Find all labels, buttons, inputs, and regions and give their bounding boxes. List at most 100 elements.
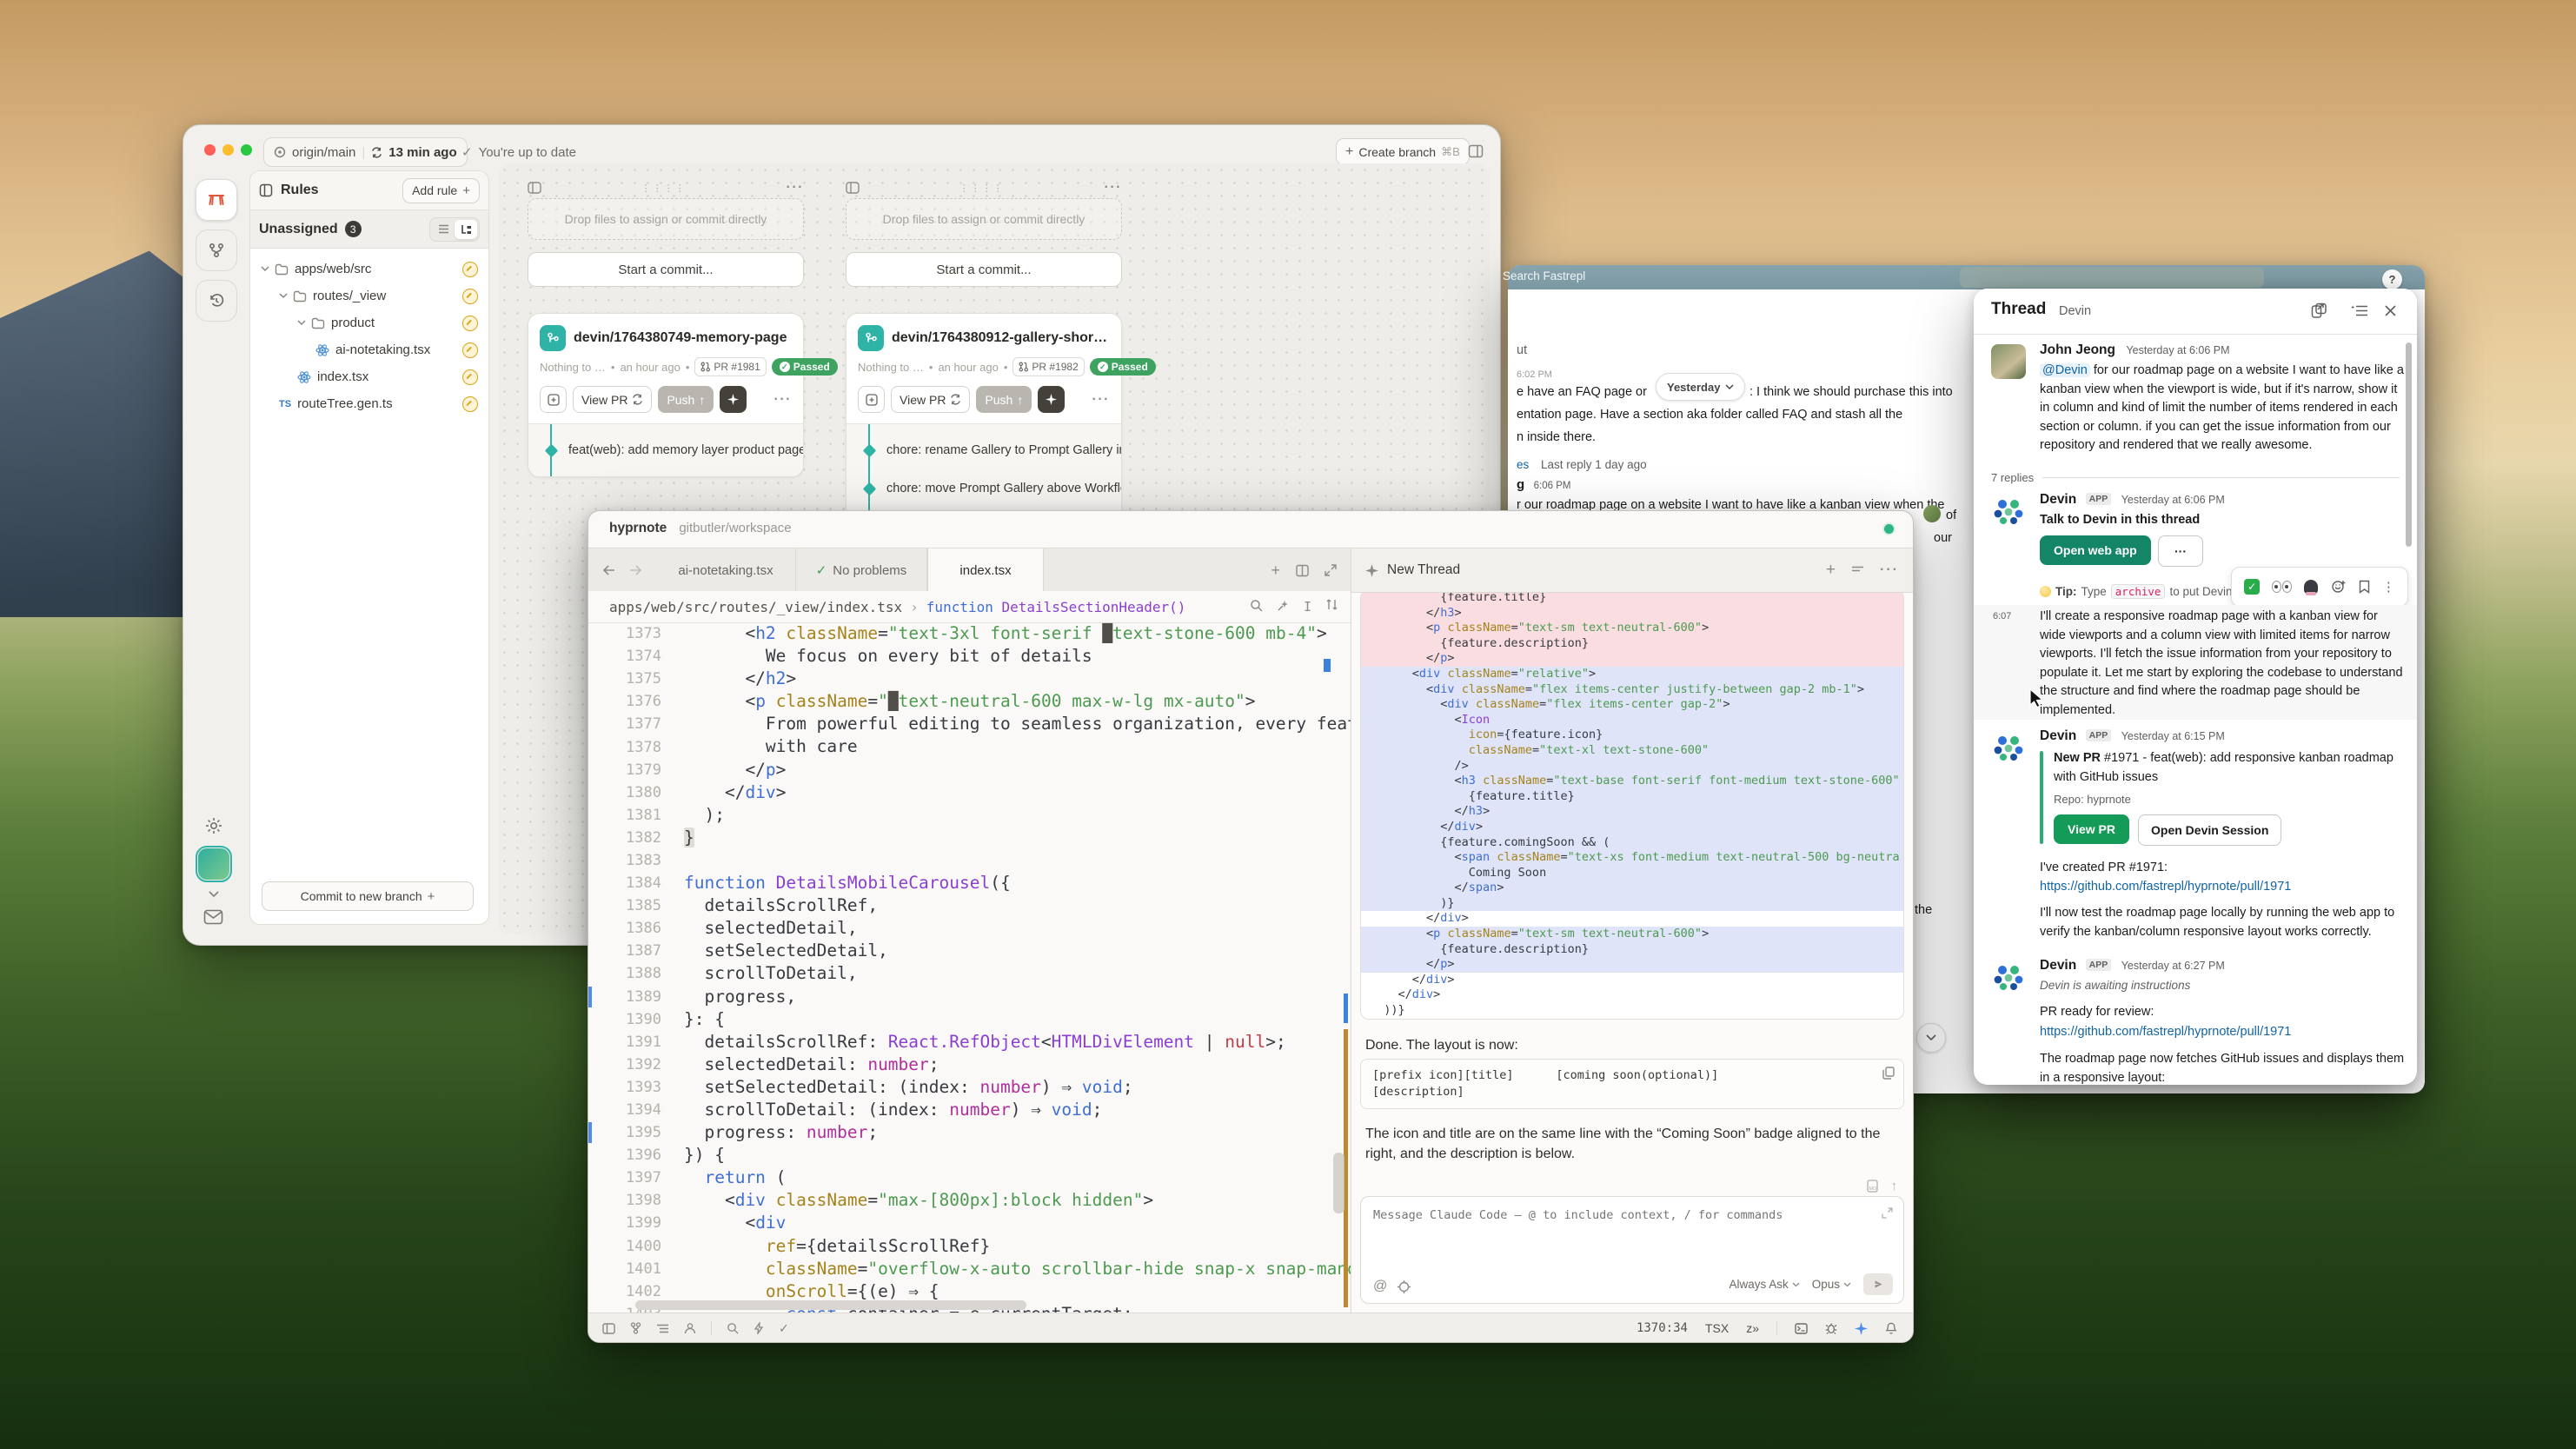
code-line-1374[interactable]: 1374 We focus on every bit of details — [588, 645, 1351, 668]
agent-composer[interactable]: @ Always Ask Opus — [1360, 1196, 1904, 1304]
tree-view-icon[interactable] — [455, 220, 477, 239]
create-branch-button[interactable]: + Create branch ⌘B — [1336, 138, 1470, 165]
avatar[interactable] — [1991, 344, 2026, 379]
code-line-1396[interactable]: 1396}) { — [588, 1144, 1351, 1167]
code-line-1387[interactable]: 1387 setSelectedDetail, — [588, 940, 1351, 962]
commit-row[interactable]: chore: move Prompt Gallery above Workflo… — [846, 469, 1121, 508]
bot-name[interactable]: Devin — [2040, 492, 2076, 507]
traffic-lights[interactable] — [204, 144, 259, 160]
push-button[interactable]: Push↑ — [976, 386, 1032, 413]
send-button[interactable] — [1863, 1273, 1893, 1295]
code-line-1384[interactable]: 1384function DetailsMobileCarousel({ — [588, 872, 1351, 894]
devin-avatar[interactable] — [1991, 960, 2026, 994]
search-panel-icon[interactable] — [727, 1322, 739, 1334]
nav-forward-icon[interactable] — [629, 565, 642, 575]
pr-badge[interactable]: PR #1981 — [694, 357, 766, 376]
open-web-app-button[interactable]: Open web app — [2040, 535, 2151, 565]
code-line-1400[interactable]: 1400 ref={detailsScrollRef} — [588, 1235, 1351, 1258]
code-line-1402[interactable]: 1402 onScroll={(e) ⇒ { — [588, 1280, 1351, 1303]
open-devin-session-button[interactable]: Open Devin Session — [2138, 814, 2281, 846]
push-button[interactable]: Push↑ — [658, 386, 714, 413]
code-line-1392[interactable]: 1392 selectedDetail: number; — [588, 1054, 1351, 1076]
technologist-reaction-icon[interactable] — [2304, 580, 2318, 594]
collab-panel-icon[interactable] — [684, 1322, 696, 1334]
branch-menu-icon[interactable]: ··· — [1092, 392, 1110, 408]
panel-toggle-icon[interactable] — [1468, 143, 1484, 159]
code-line-1373[interactable]: 1373 <h2 className="text-3xl font-serif … — [588, 622, 1351, 645]
zoom-pane-icon[interactable] — [1325, 564, 1337, 576]
rail-history-button[interactable] — [196, 280, 237, 322]
magic-edit-icon[interactable] — [1277, 599, 1290, 612]
horizontal-scrollbar-thumb[interactable] — [635, 1300, 1026, 1310]
tab-ai-notetaking[interactable]: ai-notetaking.tsx — [656, 548, 796, 592]
ai-assistant-icon[interactable] — [1855, 1322, 1868, 1335]
chevron-down-icon[interactable] — [208, 890, 220, 898]
outline-panel-icon[interactable] — [656, 1324, 669, 1333]
cursor-position[interactable]: 1370:34 — [1637, 1321, 1688, 1335]
code-line-1382[interactable]: 1382} — [588, 827, 1351, 849]
editor-titlebar[interactable]: hyprnote gitbutler/workspace — [609, 521, 792, 536]
drop-zone[interactable]: Drop files to assign or commit directly — [528, 198, 804, 240]
debug-bug-icon[interactable] — [1825, 1322, 1837, 1334]
code-line-1401[interactable]: 1401 className="overflow-x-auto scrollba… — [588, 1258, 1351, 1280]
quick-actions-icon[interactable] — [754, 1322, 764, 1334]
split-pane-icon[interactable] — [1296, 564, 1309, 577]
code-line-1398[interactable]: 1398 <div className="max-[800px]:block h… — [588, 1189, 1351, 1212]
tree-folder-apps/web/src[interactable]: apps/web/src — [250, 256, 488, 282]
ai-actions-button[interactable] — [1038, 386, 1065, 413]
cursor-mode-icon[interactable]: I — [1304, 599, 1311, 615]
ci-passed-badge[interactable]: ✓Passed — [1090, 358, 1156, 376]
ai-actions-button[interactable] — [720, 386, 747, 413]
rail-branches-button[interactable] — [196, 229, 237, 271]
drop-zone[interactable]: Drop files to assign or commit directly — [846, 198, 1122, 240]
language-mode[interactable]: TSX — [1705, 1321, 1729, 1335]
code-line-1381[interactable]: 1381 ); — [588, 804, 1351, 827]
start-commit-button[interactable]: Start a commit... — [528, 252, 804, 287]
code-line-1399[interactable]: 1399 <div — [588, 1212, 1351, 1234]
pr-badge[interactable]: PR #1982 — [1012, 357, 1084, 376]
feedback-mail-icon[interactable] — [203, 909, 223, 925]
agent-message-input[interactable] — [1371, 1207, 1862, 1223]
open-in-window-icon[interactable] — [2311, 302, 2327, 319]
assign-panel-icon[interactable] — [846, 182, 860, 194]
minimize-icon[interactable] — [222, 144, 234, 156]
expand-composer-icon[interactable] — [1882, 1207, 1893, 1219]
tree-file-routeTree.gen.ts[interactable]: TSrouteTree.gen.ts — [250, 390, 488, 417]
branch-name[interactable]: devin/1764380912-gallery-shortcuts — [892, 330, 1110, 346]
code-line-1393[interactable]: 1393 setSelectedDetail: (index: number) … — [588, 1076, 1351, 1099]
code-line-1385[interactable]: 1385 detailsScrollRef, — [588, 894, 1351, 917]
vertical-scrollbar-thumb[interactable] — [1333, 1153, 1344, 1213]
close-icon[interactable] — [204, 144, 216, 156]
commit-to-new-branch-button[interactable]: Commit to new branch+ — [262, 881, 474, 911]
project-panel-icon[interactable] — [602, 1323, 615, 1334]
notifications-bell-icon[interactable] — [1885, 1322, 1897, 1335]
nav-back-icon[interactable] — [602, 565, 615, 575]
maximize-icon[interactable] — [241, 144, 252, 156]
timestamp-gutter[interactable]: 6:07 — [1993, 611, 2011, 621]
code-line-1395[interactable]: 1395 progress: number; — [588, 1121, 1351, 1144]
help-button[interactable]: ? — [2382, 269, 2402, 289]
permission-mode-select[interactable]: Always Ask — [1729, 1278, 1799, 1291]
settings-gear-icon[interactable] — [204, 816, 223, 835]
vim-indicator[interactable]: z» — [1746, 1321, 1759, 1335]
diff-preview[interactable]: {feature.title} </h3> <p className="text… — [1360, 593, 1904, 1020]
target-branch-pill[interactable]: origin/main | 13 min ago — [263, 137, 468, 167]
view-toggle[interactable] — [429, 217, 480, 242]
bookmark-icon[interactable] — [2359, 580, 2370, 594]
diagnostics-check-icon[interactable]: ✓ — [779, 1321, 789, 1336]
code-line-1378[interactable]: 1378 with care — [588, 735, 1351, 758]
view-pr-button[interactable]: View PR — [891, 386, 970, 413]
thread-scrollbar-thumb[interactable] — [2406, 342, 2412, 547]
user-avatar[interactable] — [198, 848, 229, 880]
review-button[interactable] — [540, 386, 567, 413]
add-reaction-icon[interactable] — [2331, 579, 2347, 595]
code-line-1383[interactable]: 1383 — [588, 849, 1351, 872]
pr-link[interactable]: https://github.com/fastrepl/hyprnote/pul… — [2040, 1025, 2291, 1039]
agent-more-icon[interactable]: ··· — [1880, 562, 1899, 578]
code-line-1397[interactable]: 1397 return ( — [588, 1167, 1351, 1189]
code-line-1390[interactable]: 1390}: { — [588, 1008, 1351, 1031]
message-more-button[interactable]: ··· — [2158, 535, 2203, 567]
code-line-1376[interactable]: 1376 <p className="█text-neutral-600 max… — [588, 690, 1351, 713]
branch-menu-icon[interactable]: ··· — [774, 392, 792, 408]
new-thread-icon[interactable]: + — [1826, 561, 1836, 580]
